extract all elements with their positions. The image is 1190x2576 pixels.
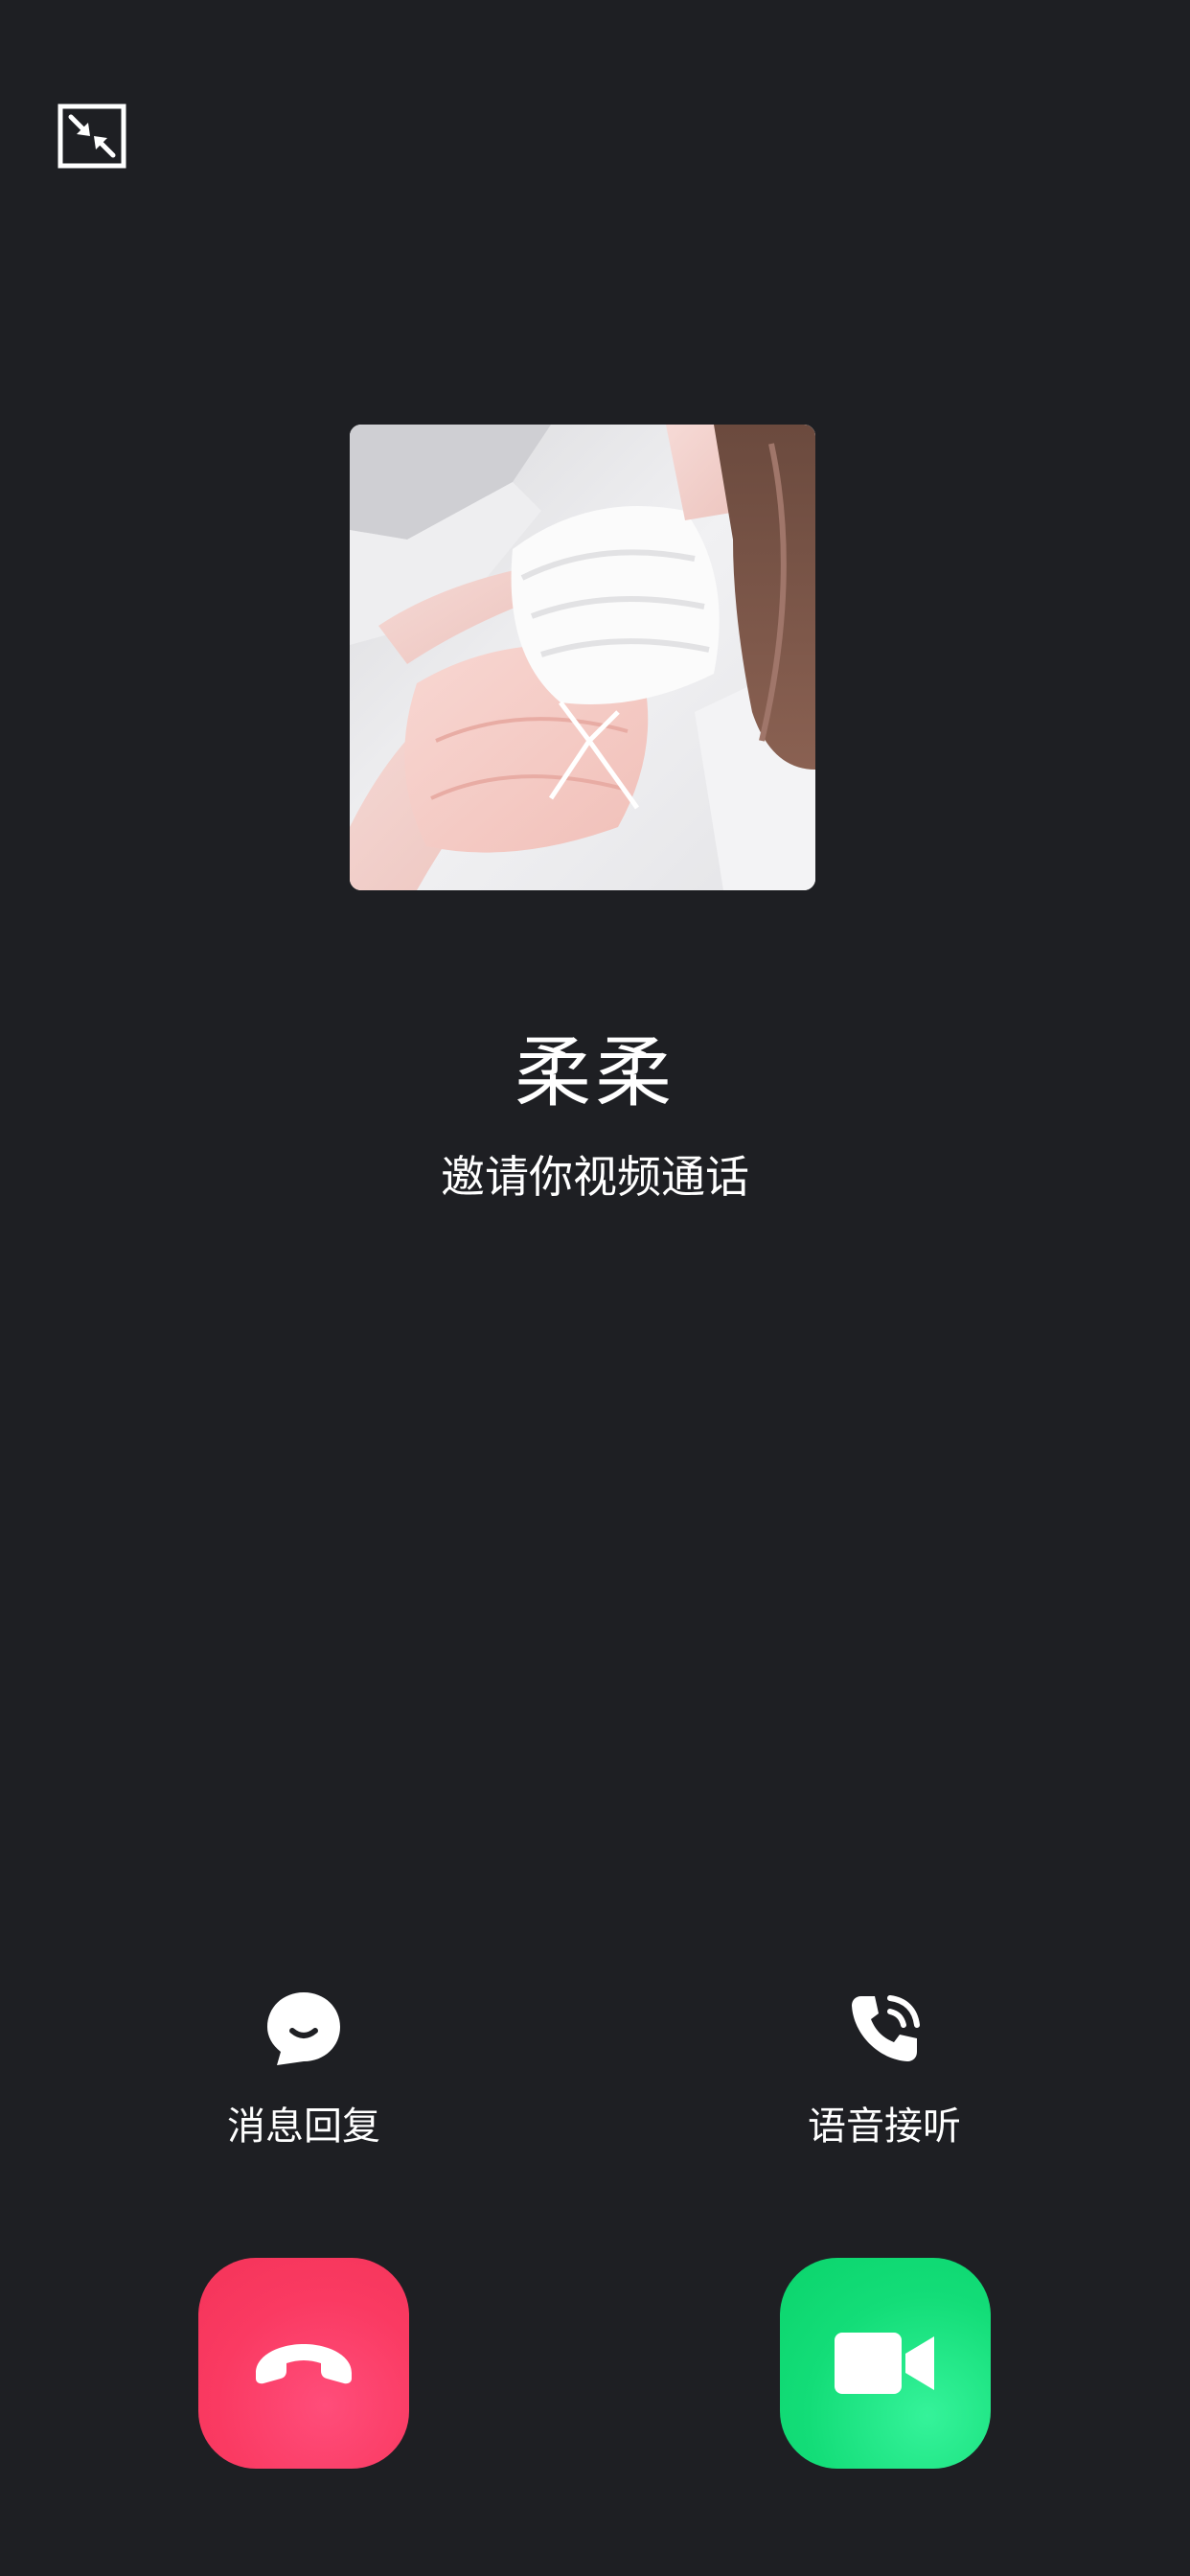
message-reply-button[interactable]: 消息回复	[160, 1989, 447, 2171]
minimize-icon	[57, 104, 126, 169]
incoming-video-call-screen: 柔柔 邀请你视频通话 消息回复 语音接听	[0, 0, 1190, 2576]
hang-up-icon	[256, 2344, 352, 2384]
caller-photo	[350, 425, 815, 890]
phone-ringing-icon	[844, 1989, 925, 2069]
caller-avatar	[350, 425, 815, 890]
caller-name: 柔柔	[515, 1028, 675, 1117]
voice-answer-label: 语音接听	[808, 2104, 961, 2149]
minimize-button[interactable]	[57, 104, 126, 169]
accept-video-button[interactable]	[780, 2258, 991, 2469]
voice-answer-button[interactable]: 语音接听	[741, 1989, 1028, 2171]
call-subtitle: 邀请你视频通话	[441, 1151, 749, 1203]
chat-bubble-icon	[263, 1989, 344, 2069]
video-camera-icon	[835, 2333, 934, 2394]
message-reply-label: 消息回复	[227, 2104, 380, 2149]
decline-call-button[interactable]	[198, 2258, 409, 2469]
